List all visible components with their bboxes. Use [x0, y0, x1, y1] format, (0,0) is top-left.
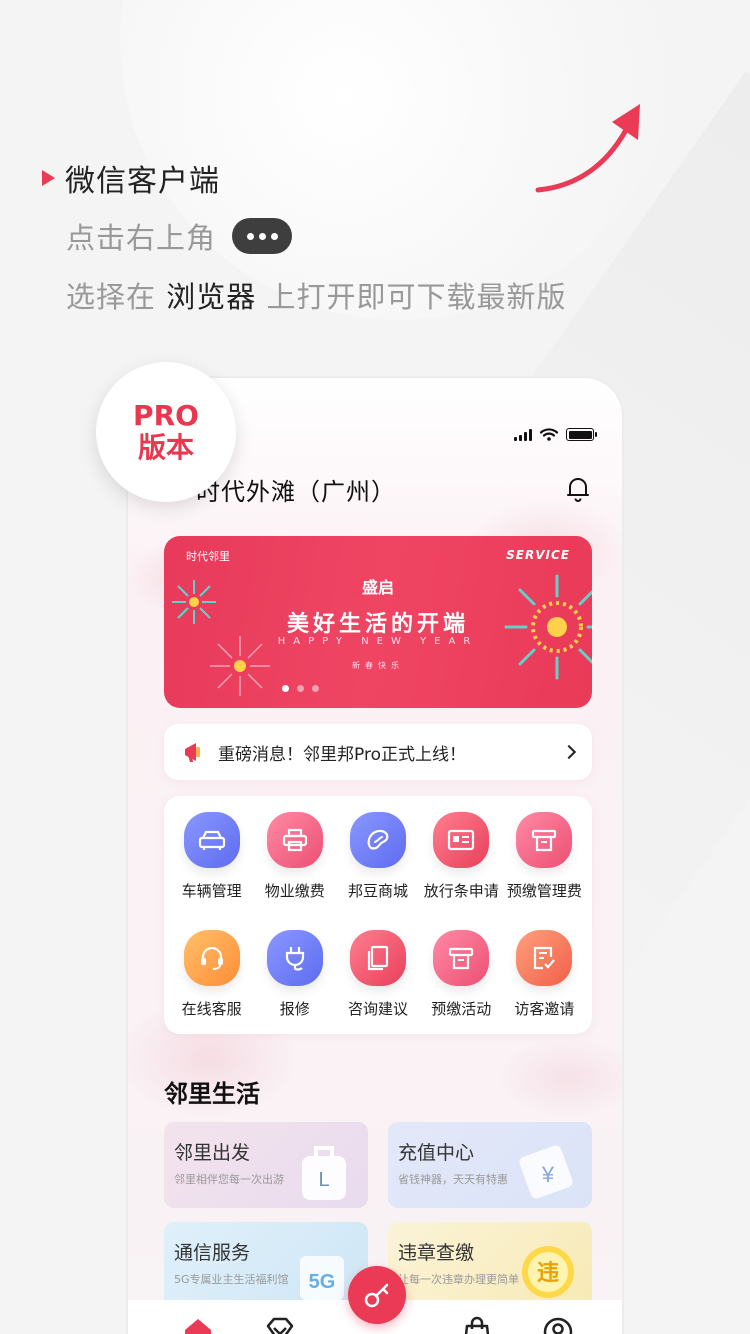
community-title[interactable]: 时代外滩（广州） — [196, 472, 396, 507]
service-label: 在线客服 — [181, 1000, 242, 1018]
checklist-icon — [516, 930, 573, 986]
service-label: 邦豆商城 — [347, 882, 408, 900]
banner-line-2: 美好生活的开端 — [286, 611, 469, 637]
diamond-tab-icon[interactable] — [264, 1316, 296, 1334]
home-tab-icon[interactable] — [182, 1316, 214, 1334]
bell-icon[interactable] — [566, 476, 590, 502]
banner-line-3: HAPPY NEW YEAR — [277, 636, 479, 647]
banner-logo: 时代邻里 — [186, 550, 230, 563]
profile-tab-icon[interactable] — [542, 1316, 574, 1334]
document-icon — [349, 930, 406, 986]
browser-keyword: 浏览器 — [166, 280, 257, 314]
service-repair[interactable]: 报修 — [253, 930, 336, 1034]
pro-version-badge: PRO 版本 — [96, 362, 236, 502]
service-label: 咨询建议 — [347, 1000, 408, 1018]
pro-badge-line2: 版本 — [137, 431, 194, 464]
banner-service-logo: SERVICE — [506, 548, 570, 562]
banner-line-4: 新春快乐 — [352, 661, 404, 670]
car-icon — [183, 812, 240, 868]
banner-line-1: 盛启 — [361, 578, 394, 597]
life-card-telecom[interactable]: 通信服务 5G专属业主生活福利馆 5G — [164, 1222, 368, 1308]
key-icon — [364, 1283, 389, 1308]
shopping-bag-tab-icon[interactable] — [462, 1316, 492, 1334]
instruction-step-2-c: 上打开即可下载最新版 — [256, 280, 567, 314]
announcement-bar[interactable]: 重磅消息！邻里邦Pro正式上线！ — [164, 724, 592, 780]
service-pass-request[interactable]: 放行条申请 — [420, 812, 503, 916]
printer-icon — [266, 812, 323, 868]
service-label: 放行条申请 — [423, 882, 499, 900]
service-property-fee[interactable]: 物业缴费 — [253, 812, 336, 916]
battery-icon — [566, 428, 597, 441]
service-label: 车辆管理 — [181, 882, 242, 900]
service-label: 物业缴费 — [264, 882, 325, 900]
yen-ticket-icon: ¥ — [519, 1145, 573, 1199]
service-visitor-invite[interactable]: 访客邀请 — [503, 930, 586, 1034]
instructions: 微信客户端 点击右上角 选择在 浏览器 上打开即可下载最新版 — [42, 156, 566, 316]
banner-dot[interactable] — [282, 685, 289, 692]
plug-icon — [266, 930, 323, 986]
yen-symbol: ¥ — [541, 1162, 555, 1187]
announcement-text: 重磅消息！邻里邦Pro正式上线！ — [218, 744, 466, 765]
phone-mockup: 时代外滩（广州） 时代邻里 SERVICE 盛启 美好生活的开端 HAPPY N… — [128, 378, 622, 1334]
life-card-recharge[interactable]: 充值中心 省钱神器，天天有特惠 ¥ — [388, 1122, 592, 1208]
more-dots-icon — [232, 218, 293, 254]
pass-card-icon — [433, 812, 490, 868]
service-prepay-fee[interactable]: 预缴管理费 — [503, 812, 586, 916]
signal-icon — [514, 428, 532, 441]
service-grid: 车辆管理 物业缴费 邦豆商城 放行条申请 预缴管理费 在线客服 报修 咨询建议 … — [164, 796, 592, 1034]
banner-pagination[interactable] — [282, 685, 319, 692]
instruction-step-1: 点击右上角 — [66, 221, 217, 255]
life-card-violation[interactable]: 违章查缴 让每一次违章办理更简单 违 — [388, 1222, 592, 1308]
receipt-icon — [433, 930, 490, 986]
service-label: 预缴管理费 — [506, 882, 582, 900]
violation-char: 违 — [537, 1260, 559, 1286]
5g-icon: 5G — [300, 1256, 344, 1300]
headset-icon — [183, 930, 240, 986]
section-title: 邻里生活 — [164, 1080, 260, 1108]
megaphone-icon — [185, 743, 200, 762]
banner-dot[interactable] — [312, 685, 319, 692]
service-label: 访客邀请 — [514, 1000, 575, 1018]
service-car-management[interactable]: 车辆管理 — [170, 812, 253, 916]
banner-dot[interactable] — [297, 685, 304, 692]
service-label: 报修 — [279, 1000, 310, 1018]
promo-banner[interactable]: 时代邻里 SERVICE 盛启 美好生活的开端 HAPPY NEW YEAR 新… — [164, 536, 592, 708]
receipt-icon — [516, 812, 573, 868]
life-card-travel[interactable]: 邻里出发 邻里相伴您每一次出游 L — [164, 1122, 368, 1208]
instruction-step-2-a: 选择在 — [66, 280, 167, 314]
key-unlock-button[interactable] — [348, 1266, 406, 1324]
luggage-letter: L — [318, 1169, 329, 1191]
service-prepay-activity[interactable]: 预缴活动 — [420, 930, 503, 1034]
status-bar — [514, 428, 597, 441]
pro-badge-line1: PRO — [133, 398, 199, 432]
violation-badge-icon: 违 — [522, 1246, 574, 1298]
chevron-right-icon — [561, 744, 577, 760]
bullet-triangle-icon — [42, 170, 55, 186]
wifi-icon — [540, 428, 558, 441]
service-bean-mall[interactable]: 邦豆商城 — [336, 812, 419, 916]
instruction-title: 微信客户端 — [65, 164, 220, 199]
service-online-support[interactable]: 在线客服 — [170, 930, 253, 1034]
service-suggestions[interactable]: 咨询建议 — [336, 930, 419, 1034]
luggage-icon: L — [302, 1146, 346, 1200]
service-label: 预缴活动 — [431, 1000, 492, 1018]
5g-label: 5G — [309, 1271, 336, 1293]
bean-icon — [349, 812, 406, 868]
instruction-step-2: 选择在 浏览器 上打开即可下载最新版 — [66, 274, 566, 316]
